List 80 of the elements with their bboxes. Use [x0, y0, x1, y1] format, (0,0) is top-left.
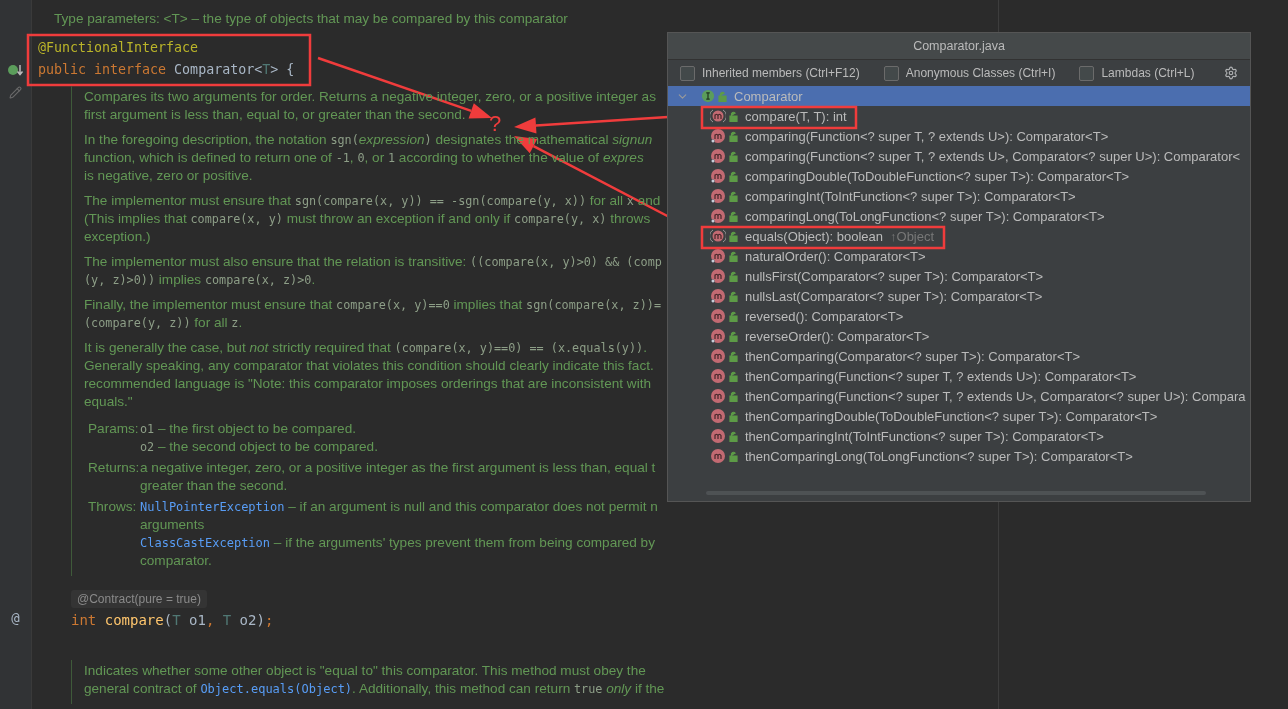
code-line: @FunctionalInterface	[38, 39, 199, 57]
tree-label: thenComparingDouble(ToDoubleFunction<? super T>): Comparator<T>	[745, 408, 1158, 424]
tree-label: comparingLong(ToLongFunction<? super T>): Comparator<T>	[745, 208, 1105, 224]
code-line: int compare(T o1, T o2);	[71, 611, 274, 630]
doc-text-line: o1 – the first object to be compared.	[140, 420, 356, 438]
doc-text: general contract of	[84, 680, 198, 698]
tree-label: thenComparingLong(ToLongFunction<? super T>): Comparator<T>	[745, 448, 1133, 464]
tree-label: thenComparing(Function<? super T, ? extends U>, Comparator<? super U>): Compara	[745, 388, 1246, 404]
tree-label: thenComparing(Function<? super T, ? extends U>): Comparator<T>	[745, 368, 1137, 384]
tree-label: comparingInt(ToIntFunction<? super T>): Comparator<T>	[745, 188, 1076, 204]
tree-row[interactable]: comparingInt(ToIntFunction<? super T>): Comparator<T>	[668, 186, 1250, 206]
doc-text-line: Compares its two arguments for order. Returns a negative integer, zero, or a positive integer as	[84, 88, 656, 106]
doc-text-line: It is generally the case, but not strictly required that (compare(x, y)==0) == (x.equals(y)).	[84, 339, 647, 357]
checkbox-label[interactable]: Inherited members (Ctrl+F12)	[702, 66, 860, 80]
doc-text-line: exception.)	[84, 228, 151, 246]
tree-row[interactable]: nullsFirst(Comparator<? super T>): Comparator<T>	[668, 266, 1250, 286]
tree-row[interactable]: thenComparingDouble(ToDoubleFunction<? super T>): Comparator<T>	[668, 406, 1250, 426]
doc-text-line: o2 – the second object to be compared.	[140, 438, 378, 456]
tree-row[interactable]: thenComparingLong(ToLongFunction<? super T>): Comparator<T>	[668, 446, 1250, 466]
doc-text-line: (compare(y, z)) for all z.	[84, 314, 243, 332]
tree-row[interactable]: comparingDouble(ToDoubleFunction<? super T>): Comparator<T>	[668, 166, 1250, 186]
doc-text-line: Indicates whether some other object is "equal to" this comparator. This method must obey the	[84, 662, 646, 680]
tree-row[interactable]: thenComparing(Function<? super T, ? extends U>): Comparator<T>	[668, 366, 1250, 386]
checkbox-label[interactable]: Lambdas (Ctrl+L)	[1101, 66, 1195, 80]
tree-label: comparing(Function<? super T, ? extends U>): Comparator<T>	[745, 128, 1109, 144]
tree-label: equals(Object): boolean	[745, 228, 884, 244]
tree-label: compare(T, T): int	[745, 108, 847, 124]
tree-label: Comparator	[734, 88, 803, 104]
doc-link[interactable]: ClassCastException	[140, 534, 271, 552]
doc-text-line: greater than the second.	[140, 477, 288, 495]
tree-label: nullsLast(Comparator<? super T>): Comparator<T>	[745, 288, 1043, 304]
tree-label: reverseOrder(): Comparator<T>	[745, 328, 930, 344]
tree-label: nullsFirst(Comparator<? super T>): Comparator<T>	[745, 268, 1044, 284]
doc-text: . Additionally, this method can return true only if the	[352, 680, 665, 698]
tree-label: comparing(Function<? super T, ? extends U>, Comparator<? super U>): Comparator<	[745, 148, 1241, 164]
doc-text-line: Generally speaking, any comparator that violates this condition should clearly indicate this fact.	[84, 357, 654, 375]
question-mark: ?	[489, 112, 502, 136]
tree-label: naturalOrder(): Comparator<T>	[745, 248, 926, 264]
doc-text-line: (This implies that compare(x, y) must throw an exception if and only if compare(y, x) throws	[84, 210, 651, 228]
tag-label: Returns:	[87, 459, 140, 477]
gutter-mark[interactable]: @	[11, 609, 20, 627]
tree-row[interactable]: comparingLong(ToLongFunction<? super T>): Comparator<T>	[668, 206, 1250, 226]
tree-row[interactable]: nullsLast(Comparator<? super T>): Comparator<T>	[668, 286, 1250, 306]
doc-text: – if the arguments' types prevent them from being compared by	[272, 534, 655, 552]
tag-label: Throws:	[87, 498, 138, 516]
tree-row[interactable]: reverseOrder(): Comparator<T>	[668, 326, 1250, 346]
code-line: public interface Comparator<T> {	[38, 61, 295, 79]
tree-row[interactable]: compare(T, T): int	[668, 106, 1250, 126]
doc-text-line: comparator.	[140, 552, 212, 570]
type-parameters-text: Type parameters: <T> – the type of objects that may be compared by this comparator	[54, 10, 568, 28]
tree-row[interactable]: naturalOrder(): Comparator<T>	[668, 246, 1250, 266]
doc-link[interactable]: NullPointerException	[140, 498, 285, 516]
tree-row[interactable]: comparing(Function<? super T, ? extends U>): Comparator<T>	[668, 126, 1250, 146]
tree-row[interactable]: equals(Object): boolean ↑Object	[668, 226, 1250, 246]
doc-text-line: a negative integer, zero, or a positive integer as the first argument is less than, equal t	[140, 459, 656, 477]
tree-label: comparingDouble(ToDoubleFunction<? super T>): Comparator<T>	[745, 168, 1130, 184]
contract-hint: @Contract(pure = true)	[71, 590, 207, 608]
tree-row[interactable]: thenComparing(Comparator<? super T>): Comparator<T>	[668, 346, 1250, 366]
doc-text-line: is negative, zero or positive.	[84, 167, 253, 185]
tree-row[interactable]: reversed(): Comparator<T>	[668, 306, 1250, 326]
doc-link[interactable]: Object.equals(Object)	[200, 680, 353, 698]
tree-label: reversed(): Comparator<T>	[745, 308, 904, 324]
doc-text-line: equals."	[84, 393, 133, 411]
tree-label: thenComparing(Comparator<? super T>): Comparator<T>	[745, 348, 1081, 364]
doc-text-line: recommended language is "Note: this comparator imposes orderings that are inconsistent with	[84, 375, 651, 393]
inherited-from-text: ↑Object	[890, 228, 935, 244]
doc-text-line: Finally, the implementor must ensure that compare(x, y)==0 implies that sgn(compare(x, z))=	[84, 296, 661, 314]
tree-row[interactable]: thenComparingInt(ToIntFunction<? super T>): Comparator<T>	[668, 426, 1250, 446]
tree-row[interactable]: comparing(Function<? super T, ? extends U>, Comparator<? super U>): Comparator<	[668, 146, 1250, 166]
doc-text-line: The implementor must ensure that sgn(compare(x, y)) == -sgn(compare(y, x)) for all x and	[84, 192, 661, 210]
doc-text-line: first argument is less than, equal to, or greater than the second.	[84, 106, 466, 124]
doc-text-line: The implementor must also ensure that the relation is transitive: ((compare(x, y)>0) && (comp	[84, 253, 662, 271]
tag-label: Params:	[87, 420, 140, 438]
doc-text-line: (y, z)>0)) implies compare(x, z)>0.	[84, 271, 316, 289]
popup-title: Comparator.java	[913, 39, 1005, 53]
doc-text-line: arguments	[140, 516, 205, 534]
checkbox-label[interactable]: Anonymous Classes (Ctrl+I)	[905, 66, 1056, 80]
tree-row[interactable]: thenComparing(Function<? super T, ? extends U>, Comparator<? super U>): Compara	[668, 386, 1250, 406]
tree-label: thenComparingInt(ToIntFunction<? super T>): Comparator<T>	[745, 428, 1104, 444]
doc-text: – if an argument is null and this comparator does not permit n	[287, 498, 658, 516]
